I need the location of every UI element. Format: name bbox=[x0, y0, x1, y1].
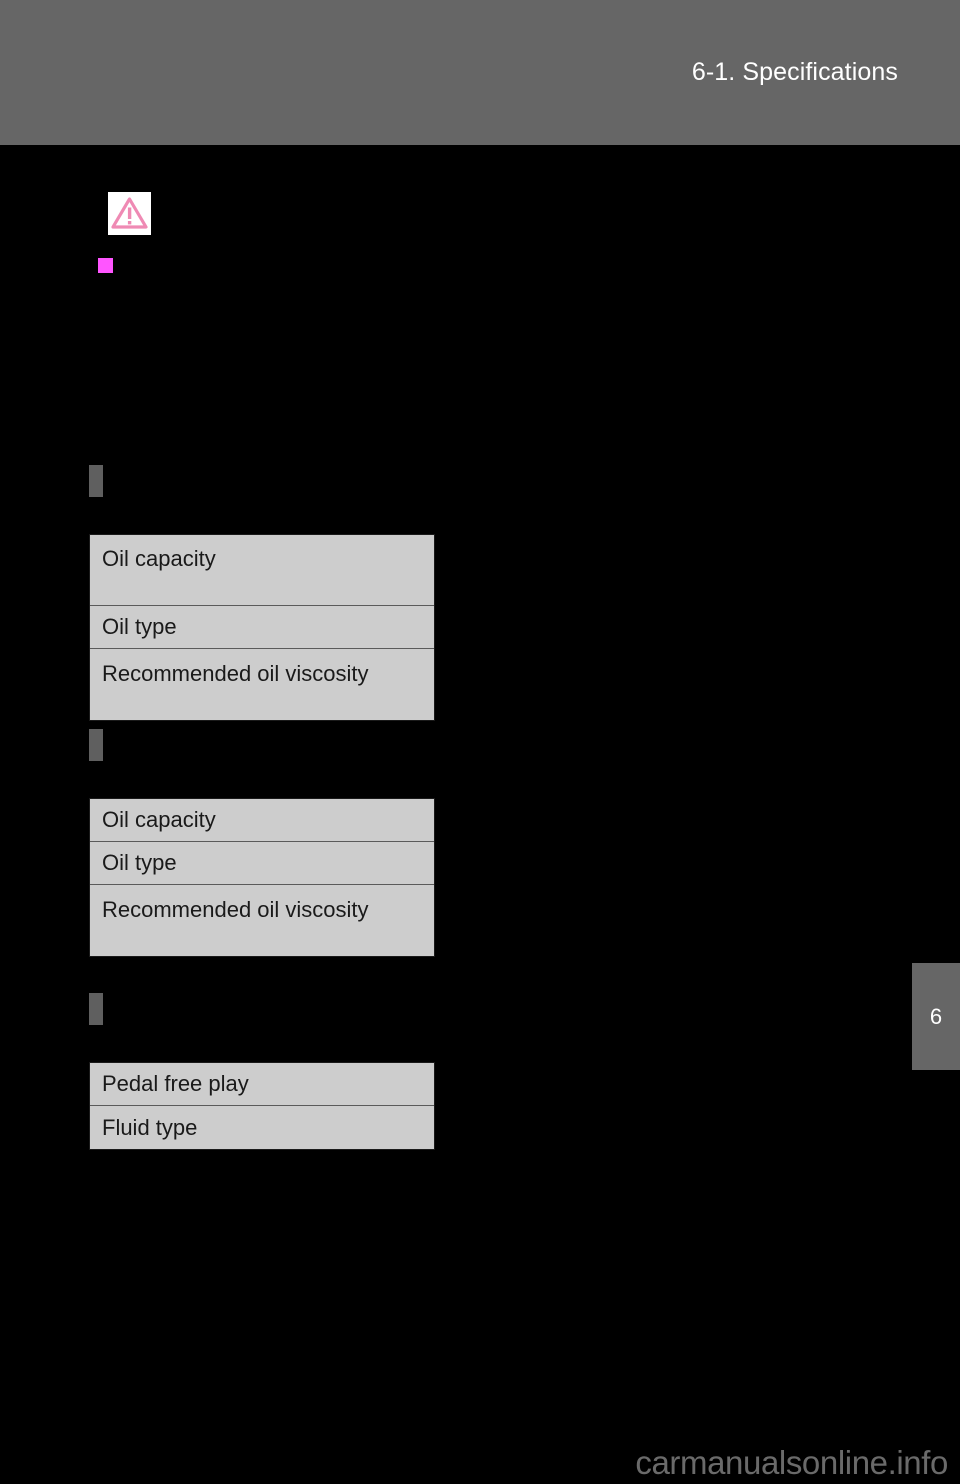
table-row: Oil type bbox=[90, 842, 434, 885]
spec-table-transmission-oil: Oil capacity Oil type Recommended oil vi… bbox=[89, 798, 435, 957]
table-row: Oil capacity bbox=[90, 535, 434, 606]
section-marker-engine-oil bbox=[89, 465, 103, 497]
spec-label: Recommended oil viscosity bbox=[102, 896, 369, 922]
section-marker-transmission-oil bbox=[89, 729, 103, 761]
page-title: 6-1. Specifications bbox=[691, 58, 898, 86]
spec-label: Oil capacity bbox=[102, 807, 216, 832]
spec-label: Oil type bbox=[102, 850, 177, 875]
spec-table-engine-oil: Oil capacity Oil type Recommended oil vi… bbox=[89, 534, 435, 721]
table-row: Fluid type bbox=[90, 1106, 434, 1149]
spec-label: Oil capacity bbox=[102, 546, 216, 571]
site-watermark: carmanualsonline.info bbox=[635, 1444, 948, 1481]
spec-label: Fluid type bbox=[102, 1114, 198, 1140]
section-marker-brake-pedal bbox=[89, 993, 103, 1025]
spec-label: Pedal free play bbox=[102, 1071, 249, 1096]
page-header-band: 6-1. Specifications bbox=[0, 0, 960, 145]
spec-label: Oil type bbox=[102, 614, 177, 639]
caution-triangle-icon bbox=[108, 192, 151, 235]
manual-page: 6-1. Specifications Oil capacity Oil typ… bbox=[0, 0, 960, 1484]
spec-table-brake-pedal: Pedal free play Fluid type bbox=[89, 1062, 435, 1150]
table-row: Recommended oil viscosity bbox=[90, 885, 434, 956]
magenta-square-bullet-icon bbox=[98, 258, 113, 273]
table-row: Oil type bbox=[90, 606, 434, 649]
table-row: Recommended oil viscosity bbox=[90, 649, 434, 720]
chapter-tab-6[interactable]: 6 bbox=[912, 963, 960, 1070]
table-row: Oil capacity bbox=[90, 799, 434, 842]
chapter-tab-label: 6 bbox=[929, 1003, 943, 1029]
table-row: Pedal free play bbox=[90, 1063, 434, 1106]
spec-label: Recommended oil viscosity bbox=[102, 660, 369, 686]
